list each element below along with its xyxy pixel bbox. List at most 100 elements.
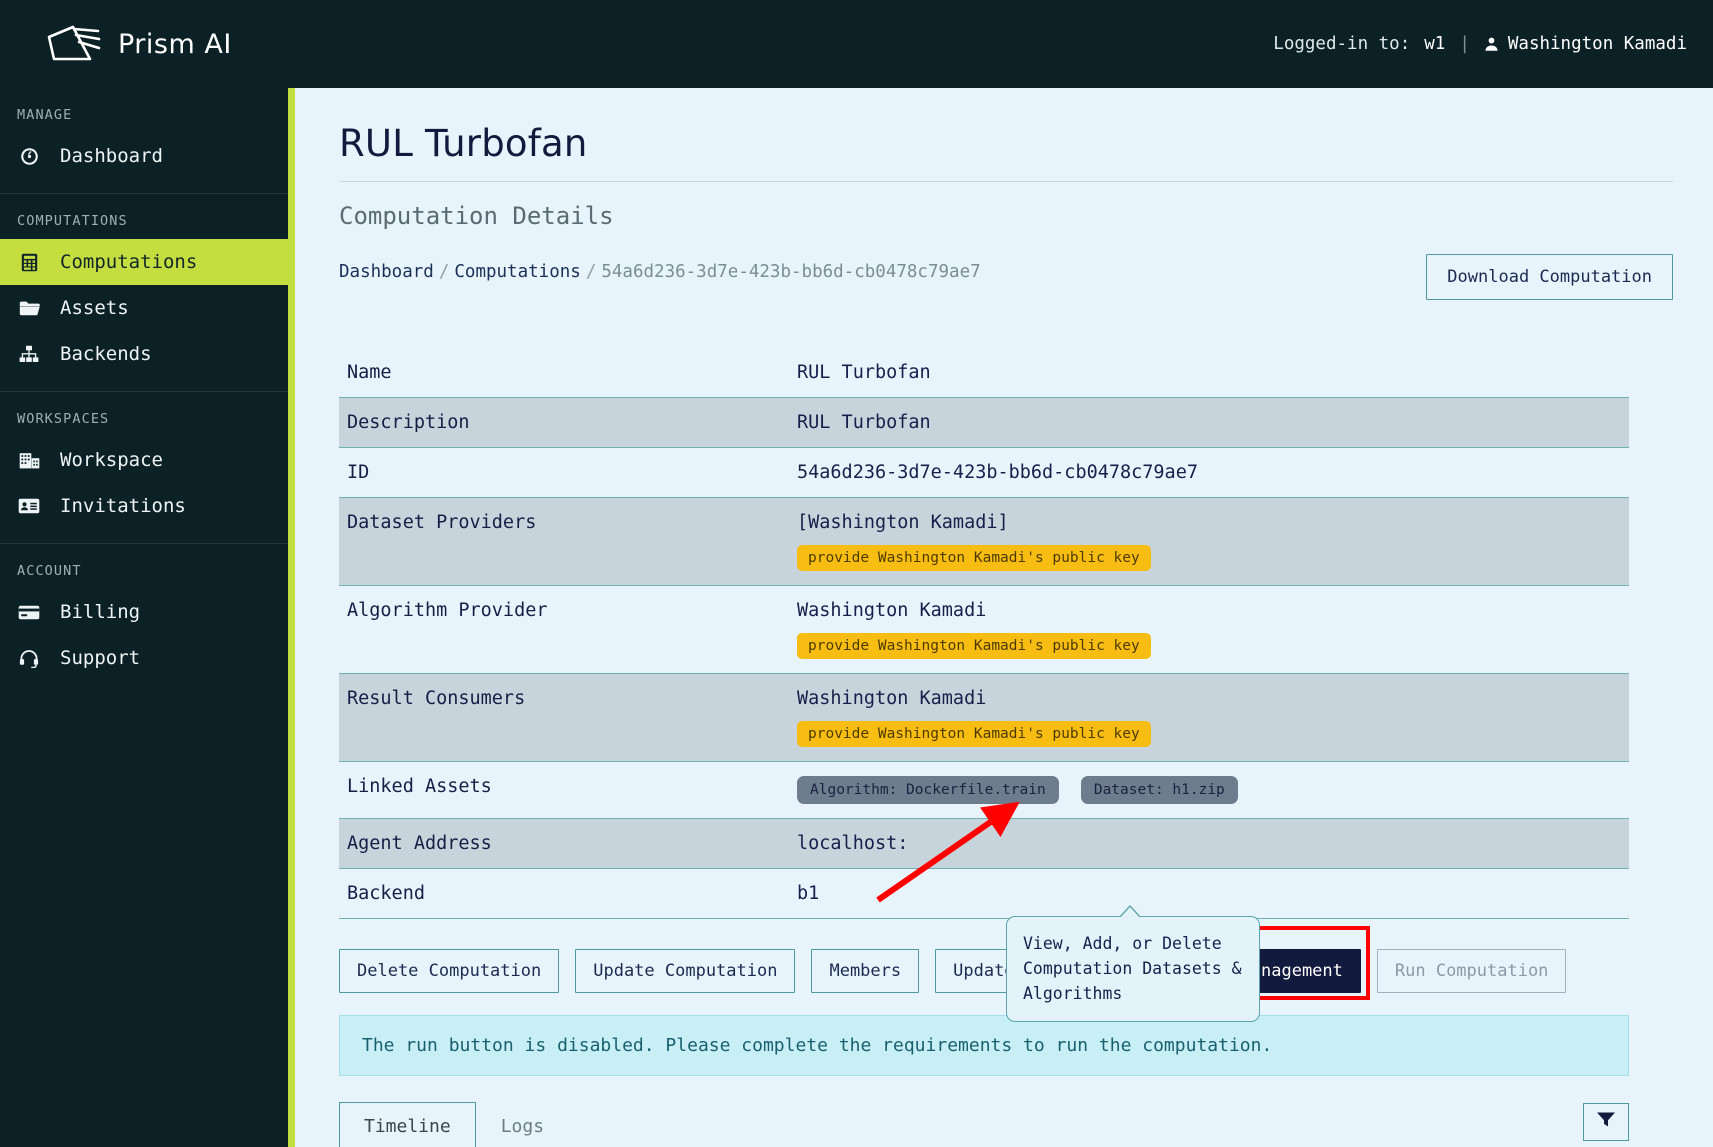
sidebar-item-label: Invitations bbox=[60, 495, 186, 517]
linked-asset-dataset-badge[interactable]: Dataset: h1.zip bbox=[1080, 776, 1238, 804]
row-key: Result Consumers bbox=[347, 688, 526, 709]
headset-icon bbox=[18, 649, 40, 668]
row-value: Washington Kamadi bbox=[797, 600, 987, 621]
sidebar-item-backends[interactable]: Backends bbox=[0, 331, 288, 377]
sidebar-item-label: Assets bbox=[60, 297, 129, 319]
table-row: Name RUL Turbofan bbox=[339, 348, 1629, 398]
building-icon bbox=[18, 451, 40, 469]
row-value: RUL Turbofan bbox=[797, 412, 931, 433]
sidebar-group-title: COMPUTATIONS bbox=[17, 213, 128, 229]
download-computation-button[interactable]: Download Computation bbox=[1426, 254, 1673, 300]
table-row: Linked Assets Algorithm: Dockerfile.trai… bbox=[339, 762, 1629, 819]
tooltip-arrow-fill bbox=[1119, 907, 1141, 919]
sidebar-group-title: WORKSPACES bbox=[17, 411, 110, 427]
row-key: Dataset Providers bbox=[347, 512, 537, 533]
breadcrumb-computations[interactable]: Computations bbox=[454, 262, 580, 282]
provide-public-key-badge[interactable]: provide Washington Kamadi's public key bbox=[797, 721, 1151, 747]
provide-public-key-badge[interactable]: provide Washington Kamadi's public key bbox=[797, 633, 1151, 659]
tab-logs[interactable]: Logs bbox=[476, 1102, 569, 1147]
credit-card-icon bbox=[18, 605, 40, 620]
row-value: b1 bbox=[797, 883, 820, 904]
delete-computation-button[interactable]: Delete Computation bbox=[339, 949, 560, 993]
computation-details-table: Name RUL Turbofan Description RUL Turbof… bbox=[339, 348, 1629, 919]
sidebar-item-invitations[interactable]: Invitations bbox=[0, 483, 288, 529]
page-title: RUL Turbofan bbox=[339, 122, 588, 165]
title-divider bbox=[339, 181, 1673, 182]
row-key: Description bbox=[347, 412, 470, 433]
sidebar: MANAGE Dashboard COMPUTATIONS Computatio… bbox=[0, 88, 288, 1147]
sidebar-item-label: Workspace bbox=[60, 449, 163, 471]
breadcrumb-separator: / bbox=[438, 262, 450, 282]
computations-icon bbox=[18, 253, 40, 272]
sidebar-item-label: Support bbox=[60, 647, 141, 669]
sidebar-item-dashboard[interactable]: Dashboard bbox=[0, 133, 288, 179]
run-disabled-alert: The run button is disabled. Please compl… bbox=[339, 1015, 1629, 1076]
sidebar-group-title: ACCOUNT bbox=[17, 563, 82, 579]
row-key: Agent Address bbox=[347, 833, 492, 854]
logged-in-label: Logged-in to: bbox=[1273, 34, 1411, 54]
sidebar-item-support[interactable]: Support bbox=[0, 635, 288, 681]
row-key: Linked Assets bbox=[347, 776, 492, 797]
row-key: Backend bbox=[347, 883, 425, 904]
table-row: Description RUL Turbofan bbox=[339, 397, 1629, 448]
sidebar-item-assets[interactable]: Assets bbox=[0, 285, 288, 331]
backends-icon bbox=[18, 345, 40, 363]
sidebar-item-computations[interactable]: Computations bbox=[0, 239, 288, 285]
sidebar-group-account: ACCOUNT Billing Support bbox=[0, 544, 288, 695]
filter-icon bbox=[1596, 1111, 1616, 1132]
row-value-cell: Algorithm: Dockerfile.train Dataset: h1.… bbox=[789, 762, 1629, 819]
sidebar-item-label: Billing bbox=[60, 601, 141, 623]
row-value: [Washington Kamadi] bbox=[797, 512, 1009, 533]
folder-icon bbox=[18, 300, 40, 316]
tooltip-text: View, Add, or Delete Computation Dataset… bbox=[1023, 934, 1242, 1003]
table-row: Result Consumers Washington Kamadi provi… bbox=[339, 673, 1629, 762]
breadcrumb: Dashboard / Computations/54a6d236-3d7e-423… bbox=[339, 254, 981, 282]
row-key: Name bbox=[347, 362, 392, 383]
breadcrumb-dashboard[interactable]: Dashboard bbox=[339, 262, 434, 282]
members-button[interactable]: Members bbox=[811, 949, 920, 993]
table-row: Dataset Providers [Washington Kamadi] pr… bbox=[339, 497, 1629, 586]
breadcrumb-current: 54a6d236-3d7e-423b-bb6d-cb0478c79ae7 bbox=[601, 262, 981, 282]
header-right: Logged-in to: w1 | Washington Kamadi bbox=[1273, 34, 1687, 54]
top-header-bar: Prism AI Logged-in to: w1 | Washington K… bbox=[0, 0, 1713, 88]
tabs: Timeline Logs bbox=[339, 1102, 1629, 1147]
row-value: Washington Kamadi bbox=[797, 688, 987, 709]
header-separator: | bbox=[1459, 34, 1470, 54]
table-row: Agent Address localhost: bbox=[339, 818, 1629, 869]
sidebar-item-label: Computations bbox=[60, 251, 198, 273]
provide-public-key-badge[interactable]: provide Washington Kamadi's public key bbox=[797, 545, 1151, 571]
row-value-cell: Washington Kamadi provide Washington Kam… bbox=[789, 586, 1629, 674]
row-key: Algorithm Provider bbox=[347, 600, 548, 621]
tab-timeline[interactable]: Timeline bbox=[339, 1102, 476, 1147]
row-value: RUL Turbofan bbox=[797, 362, 931, 383]
sidebar-item-label: Backends bbox=[60, 343, 152, 365]
run-computation-button: Run Computation bbox=[1376, 949, 1567, 993]
update-computation-button[interactable]: Update Computation bbox=[575, 949, 796, 993]
user-name: Washington Kamadi bbox=[1507, 34, 1687, 54]
sidebar-group-computations: COMPUTATIONS Computations Assets Backend… bbox=[0, 194, 288, 392]
row-value: localhost: bbox=[797, 833, 909, 854]
row-value-cell: [Washington Kamadi] provide Washington K… bbox=[789, 498, 1629, 586]
sidebar-group-workspaces: WORKSPACES Workspace Invitations bbox=[0, 392, 288, 544]
id-card-icon bbox=[18, 498, 40, 514]
page-subtitle: Computation Details bbox=[339, 202, 614, 230]
prism-logo-icon bbox=[46, 23, 102, 65]
sidebar-item-billing[interactable]: Billing bbox=[0, 589, 288, 635]
tabs-filler bbox=[569, 1104, 1561, 1147]
main-content: RUL Turbofan Computation Details Dashboa… bbox=[288, 88, 1713, 1147]
table-row: Algorithm Provider Washington Kamadi pro… bbox=[339, 586, 1629, 674]
asset-management-tooltip: View, Add, or Delete Computation Dataset… bbox=[1006, 905, 1260, 1023]
filter-button[interactable] bbox=[1583, 1102, 1629, 1141]
user-icon bbox=[1484, 36, 1499, 52]
linked-asset-algorithm-badge[interactable]: Algorithm: Dockerfile.train bbox=[797, 776, 1059, 804]
sidebar-item-workspace[interactable]: Workspace bbox=[0, 437, 288, 483]
row-value: 54a6d236-3d7e-423b-bb6d-cb0478c79ae7 bbox=[797, 462, 1198, 483]
table-row: Backend b1 bbox=[339, 869, 1629, 919]
breadcrumb-separator: / bbox=[585, 262, 597, 282]
sidebar-item-label: Dashboard bbox=[60, 145, 163, 167]
sidebar-group-title: MANAGE bbox=[17, 107, 73, 123]
user-menu[interactable]: Washington Kamadi bbox=[1484, 34, 1687, 54]
row-value-cell: Washington Kamadi provide Washington Kam… bbox=[789, 674, 1629, 762]
sidebar-group-manage: MANAGE Dashboard bbox=[0, 88, 288, 194]
brand[interactable]: Prism AI bbox=[46, 23, 232, 65]
